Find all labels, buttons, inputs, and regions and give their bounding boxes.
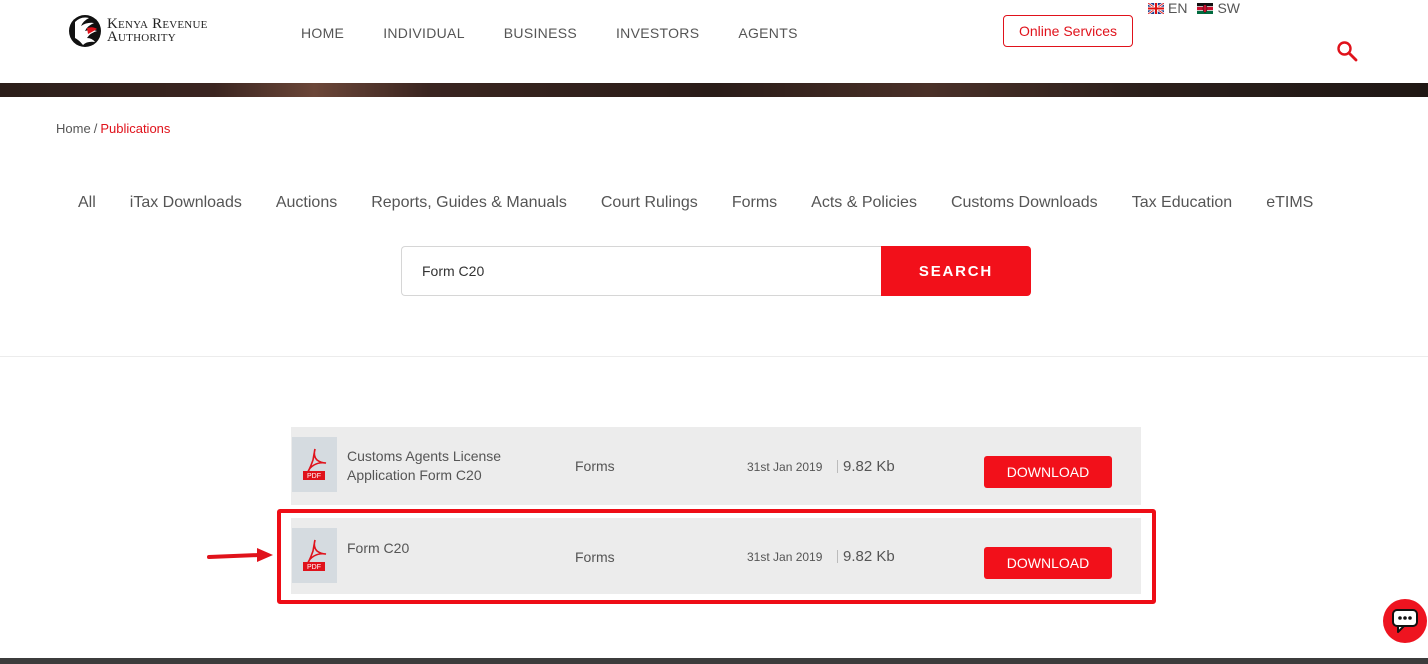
breadcrumb-current[interactable]: Publications bbox=[100, 121, 170, 136]
tab-customs-downloads[interactable]: Customs Downloads bbox=[951, 194, 1098, 212]
breadcrumb-home[interactable]: Home bbox=[56, 121, 91, 136]
section-divider bbox=[0, 356, 1428, 357]
pdf-icon[interactable]: PDF bbox=[292, 437, 337, 492]
nav-business[interactable]: BUSINESS bbox=[504, 25, 577, 41]
result-size: 9.82 Kb bbox=[843, 458, 895, 475]
nav-individual[interactable]: INDIVIDUAL bbox=[383, 25, 465, 41]
result-category: Forms bbox=[575, 458, 615, 474]
result-row: PDF Customs Agents License Application F… bbox=[291, 427, 1141, 505]
tab-acts-policies[interactable]: Acts & Policies bbox=[811, 194, 917, 212]
publication-categories: All iTax Downloads Auctions Reports, Gui… bbox=[78, 194, 1313, 212]
tab-itax-downloads[interactable]: iTax Downloads bbox=[130, 194, 242, 212]
pdf-label: PDF bbox=[307, 473, 321, 480]
download-button[interactable]: DOWNLOAD bbox=[984, 456, 1112, 488]
chat-button[interactable] bbox=[1383, 599, 1427, 643]
nav-investors[interactable]: INVESTORS bbox=[616, 25, 699, 41]
search-icon[interactable] bbox=[1336, 40, 1358, 62]
uk-flag-icon bbox=[1148, 2, 1164, 14]
chat-icon bbox=[1392, 609, 1418, 633]
kra-logo[interactable]: Kenya Revenue Authority bbox=[67, 12, 208, 50]
kenya-flag-icon bbox=[1197, 2, 1214, 14]
site-header: Kenya Revenue Authority HOME INDIVIDUAL … bbox=[0, 0, 1428, 83]
main-nav: HOME INDIVIDUAL BUSINESS INVESTORS AGENT… bbox=[301, 25, 837, 41]
tab-tax-education[interactable]: Tax Education bbox=[1132, 194, 1233, 212]
search-input[interactable] bbox=[401, 246, 881, 296]
logo-line-2: Authority bbox=[107, 29, 176, 45]
online-services-button[interactable]: Online Services bbox=[1003, 15, 1133, 47]
nav-agents[interactable]: AGENTS bbox=[738, 25, 797, 41]
lang-sw-label: SW bbox=[1217, 0, 1241, 16]
tab-all[interactable]: All bbox=[78, 194, 96, 212]
tab-auctions[interactable]: Auctions bbox=[276, 194, 337, 212]
search-button[interactable]: SEARCH bbox=[881, 246, 1031, 296]
annotation-arrow-icon bbox=[207, 548, 273, 562]
lang-en-label: EN bbox=[1168, 0, 1188, 16]
highlight-annotation-box bbox=[277, 509, 1156, 604]
logo-text: Kenya Revenue Authority bbox=[107, 17, 208, 45]
publication-search: SEARCH bbox=[401, 246, 1031, 296]
lion-logo-icon bbox=[69, 15, 101, 47]
result-separator bbox=[837, 460, 838, 473]
footer-bar bbox=[0, 658, 1428, 664]
result-date: 31st Jan 2019 bbox=[747, 460, 823, 474]
tab-court-rulings[interactable]: Court Rulings bbox=[601, 194, 698, 212]
lang-sw[interactable]: SW bbox=[1197, 0, 1240, 16]
nav-home[interactable]: HOME bbox=[301, 25, 344, 41]
result-title[interactable]: Customs Agents License Application Form … bbox=[347, 447, 527, 485]
breadcrumb: Home / Publications bbox=[56, 121, 170, 136]
pdf-file-icon: PDF bbox=[303, 448, 327, 480]
language-switcher: EN SW bbox=[1148, 0, 1250, 16]
lang-en[interactable]: EN bbox=[1148, 0, 1187, 16]
breadcrumb-separator: / bbox=[93, 121, 98, 136]
hero-banner-strip bbox=[0, 83, 1428, 97]
tab-reports-guides-manuals[interactable]: Reports, Guides & Manuals bbox=[371, 194, 567, 212]
tab-etims[interactable]: eTIMS bbox=[1266, 194, 1313, 212]
tab-forms[interactable]: Forms bbox=[732, 194, 777, 212]
